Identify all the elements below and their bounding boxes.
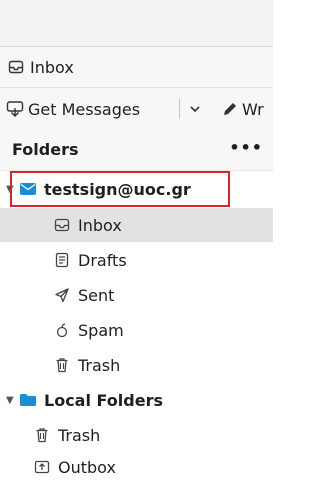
- spam-icon: [52, 322, 72, 338]
- account-name: testsign@uoc.gr: [44, 179, 191, 199]
- account-row-testsign[interactable]: ▼ testsign@uoc.gr: [0, 172, 273, 206]
- write-pencil-icon: [222, 101, 238, 117]
- trash-icon: [52, 357, 72, 373]
- get-messages-label: Get Messages: [28, 99, 141, 119]
- inbox-icon: [8, 59, 24, 75]
- folder-label: Trash: [58, 425, 101, 445]
- folder-pane-header: Folders •••: [0, 130, 273, 171]
- folder-label: Inbox: [78, 215, 122, 235]
- tab-inbox[interactable]: Inbox: [8, 55, 74, 79]
- folder-row-drafts[interactable]: Drafts: [0, 243, 273, 277]
- get-messages-button[interactable]: Get Messages: [6, 97, 140, 121]
- folder-row-local-trash[interactable]: Trash: [0, 418, 273, 452]
- folder-label: Outbox: [58, 457, 116, 477]
- toolbar-divider: [179, 99, 180, 119]
- account-name: Local Folders: [44, 390, 163, 410]
- folder-label: Trash: [78, 355, 121, 375]
- inbox-icon: [52, 217, 72, 233]
- tab-label: Inbox: [30, 57, 74, 77]
- mail-account-icon: [18, 181, 38, 197]
- drafts-icon: [52, 252, 72, 268]
- main-toolbar: Get Messages Wr: [0, 87, 273, 131]
- folder-row-outbox[interactable]: Outbox: [0, 450, 273, 484]
- folder-row-spam[interactable]: Spam: [0, 313, 273, 347]
- dropdown-chevron-icon: [188, 102, 202, 116]
- get-messages-dropdown[interactable]: [188, 97, 202, 121]
- outbox-icon: [32, 459, 52, 475]
- folder-label: Spam: [78, 320, 124, 340]
- chevron-down-icon[interactable]: ▼: [6, 395, 18, 406]
- folder-label: Drafts: [78, 250, 127, 270]
- write-label: Wr: [242, 99, 264, 119]
- trash-icon: [32, 427, 52, 443]
- account-row-local-folders[interactable]: ▼ Local Folders: [0, 383, 273, 417]
- title-bar: [0, 0, 273, 47]
- folder-label: Sent: [78, 285, 115, 305]
- folder-row-sent[interactable]: Sent: [0, 278, 273, 312]
- folder-pane-menu-button[interactable]: •••: [229, 138, 263, 157]
- folder-row-trash[interactable]: Trash: [0, 348, 273, 382]
- chevron-down-icon[interactable]: ▼: [6, 184, 18, 195]
- tab-strip: Inbox: [0, 47, 273, 87]
- write-button[interactable]: Wr: [222, 97, 264, 121]
- folder-row-inbox[interactable]: Inbox: [0, 208, 273, 242]
- folder-pane-title: Folders: [12, 140, 79, 159]
- sent-icon: [52, 287, 72, 303]
- folder-icon: [18, 392, 38, 408]
- get-messages-icon: [6, 100, 24, 118]
